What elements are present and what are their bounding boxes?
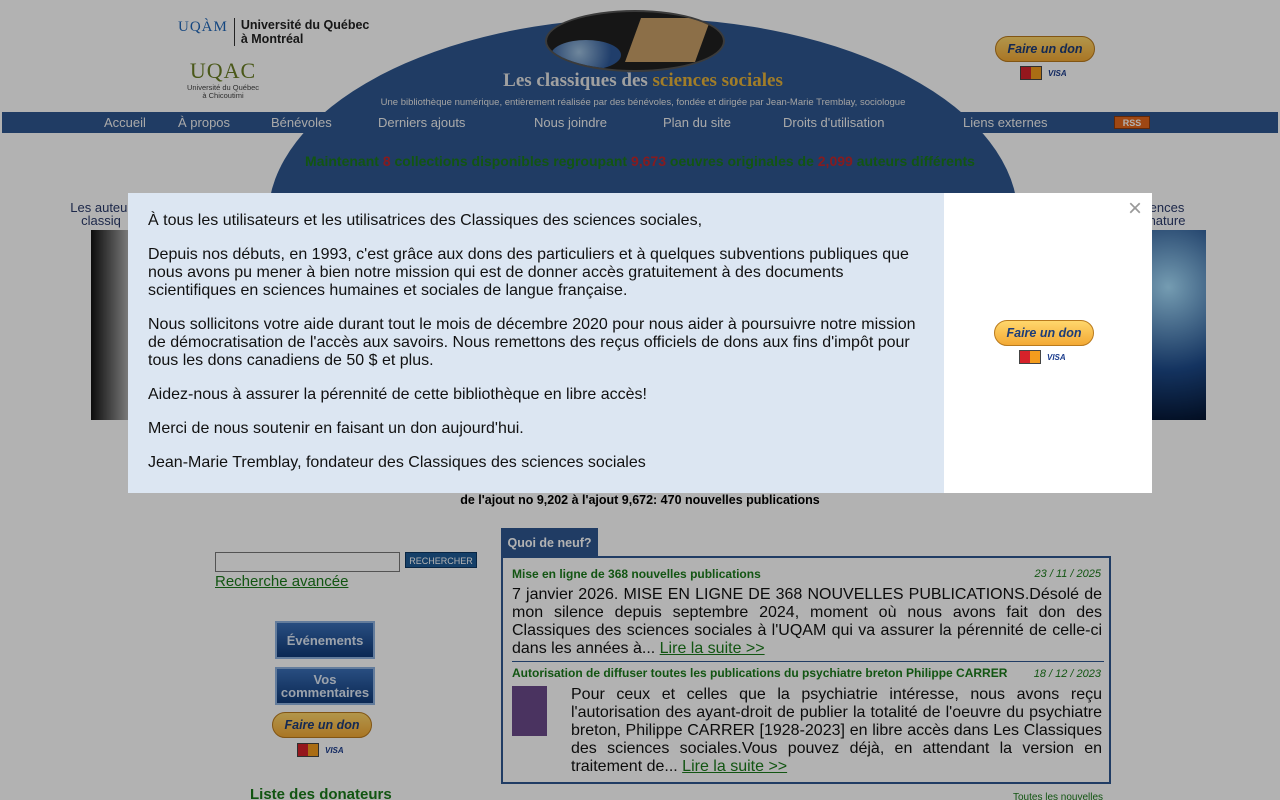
mastercard-icon <box>1019 350 1041 364</box>
modal-greeting: À tous les utilisateurs et les utilisatr… <box>148 212 703 229</box>
modal-paragraph-thanks: Merci de nous soutenir en faisant un don… <box>148 420 524 437</box>
modal-message: À tous les utilisateurs et les utilisatr… <box>128 193 944 493</box>
modal-paragraph-history: Depuis nos débuts, en 1993, c'est grâce … <box>148 246 909 299</box>
donation-modal: À tous les utilisateurs et les utilisatr… <box>128 193 1152 493</box>
modal-paragraph-request: Nous sollicitons votre aide durant tout … <box>148 316 916 369</box>
modal-paragraph-appeal: Aidez-nous à assurer la pérennité de cet… <box>148 386 647 403</box>
modal-donate-button[interactable]: Faire un don <box>994 320 1094 346</box>
modal-signature: Jean-Marie Tremblay, fondateur des Class… <box>148 454 646 471</box>
close-icon[interactable]: × <box>1124 197 1146 221</box>
visa-icon: VISA <box>1045 352 1068 362</box>
modal-card-icons: VISA <box>1019 350 1069 364</box>
